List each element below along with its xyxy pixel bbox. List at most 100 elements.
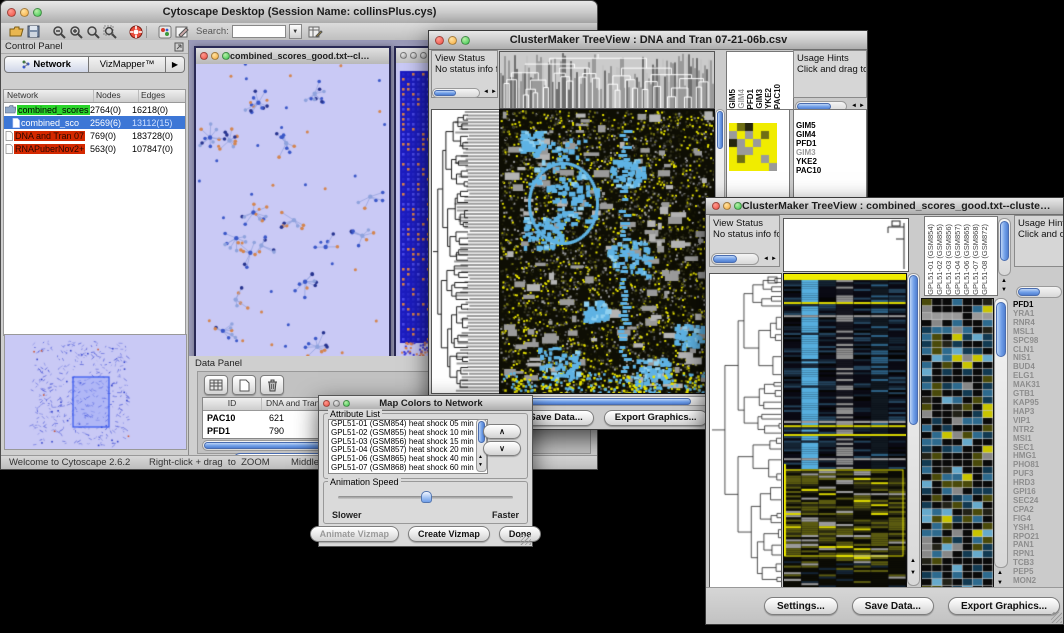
scroll-down-icon[interactable]: ▼	[478, 462, 483, 468]
close-icon[interactable]	[400, 52, 407, 59]
minimize-icon[interactable]	[410, 52, 417, 59]
settings-button[interactable]: Settings...	[764, 597, 838, 615]
scroll-left-icon[interactable]: ◄	[483, 89, 489, 95]
network-frame-1[interactable]: combined_scores_good.txt--cluste...	[194, 46, 391, 356]
scroll-up-icon[interactable]: ▲	[1001, 278, 1007, 284]
id-column-header[interactable]: ID	[203, 398, 262, 410]
zoom-fit-icon[interactable]	[103, 25, 117, 39]
float-panel-icon[interactable]	[174, 42, 184, 52]
animate-vizmap-button[interactable]: Animate Vizmap	[310, 526, 399, 542]
col-edges[interactable]: Edges	[139, 90, 185, 102]
minimize-icon[interactable]	[211, 52, 219, 60]
slider-thumb[interactable]	[421, 491, 432, 503]
save-data-button[interactable]: Save Data...	[852, 597, 934, 615]
tv2-status-scrollbar[interactable]	[711, 253, 759, 265]
scroll-down-icon[interactable]: ▼	[997, 580, 1003, 586]
table-row[interactable]: DNA and Tran 07 769(0) 183728(0)	[4, 129, 185, 142]
scroll-left-icon[interactable]: ◄	[763, 256, 769, 262]
tv2-column-labels[interactable]: GPL51-01 (GSM854)GPL51-02 (GSM855)GPL51-…	[924, 216, 998, 296]
tv2-heatmap[interactable]	[783, 273, 907, 588]
zoom-window-icon[interactable]	[33, 8, 42, 17]
control-panel-title: Control Panel	[5, 41, 63, 52]
col-nodes[interactable]: Nodes	[94, 90, 139, 102]
tv2-column-dendrogram[interactable]	[783, 218, 909, 272]
help-ring-icon[interactable]	[129, 25, 143, 39]
close-icon[interactable]	[7, 8, 16, 17]
create-attribute-button[interactable]	[232, 375, 256, 395]
tv1-column-labels[interactable]: GIM5GIM4PFD1GIM3YKE2PAC10	[726, 51, 794, 110]
tv2-row-dendrogram[interactable]	[709, 273, 782, 588]
minimize-icon[interactable]	[723, 202, 731, 210]
move-down-button[interactable]: ∨	[483, 441, 521, 456]
zoom-window-icon[interactable]	[222, 52, 230, 60]
tab-vizmapper[interactable]: VizMapper™	[89, 56, 166, 73]
col-network[interactable]: Network	[4, 90, 94, 102]
table-row[interactable]: combined_sco 2569(6) 13112(15)	[4, 116, 185, 129]
column-label: GPL51-07 (GSM868)	[971, 224, 980, 295]
close-icon[interactable]	[323, 400, 330, 407]
table-row[interactable]: RNAPuberNov2+ 563(0) 107847(0)	[4, 142, 185, 155]
zoom-window-icon[interactable]	[343, 400, 350, 407]
status-welcome: Welcome to Cytoscape 2.6.2	[9, 457, 130, 468]
export-graphics-button[interactable]: Export Graphics...	[604, 410, 708, 426]
network-view-canvas[interactable]	[196, 64, 389, 356]
plugin-manager-icon[interactable]	[158, 25, 172, 39]
tv1-zoom-matrix[interactable]	[729, 123, 777, 171]
scroll-right-icon[interactable]: ►	[491, 89, 497, 95]
zoom-out-icon[interactable]	[52, 25, 66, 39]
export-graphics-button[interactable]: Export Graphics...	[948, 597, 1060, 615]
scroll-down-icon[interactable]: ▼	[1001, 287, 1007, 293]
network-overview[interactable]	[4, 334, 187, 450]
create-vizmap-button[interactable]: Create Vizmap	[408, 526, 490, 542]
search-input[interactable]	[232, 25, 286, 38]
main-titlebar[interactable]: Cytoscape Desktop (Session Name: collins…	[1, 1, 597, 24]
tv2-zoom-vscrollbar[interactable]	[994, 298, 1008, 568]
delete-attribute-button[interactable]	[260, 375, 284, 395]
tab-network[interactable]: Network	[4, 56, 89, 73]
scroll-up-icon[interactable]: ▲	[997, 570, 1003, 576]
tv1-status-scrollbar[interactable]	[432, 88, 480, 98]
resize-grip[interactable]	[520, 534, 531, 545]
tv1-heatmap[interactable]	[499, 109, 715, 394]
tv1-row-dendrogram[interactable]	[431, 109, 501, 394]
window-controls[interactable]	[7, 8, 42, 17]
tv1-column-dendrogram[interactable]	[499, 51, 715, 109]
save-icon[interactable]	[27, 25, 40, 38]
zoom-in-icon[interactable]	[69, 25, 83, 39]
scroll-right-icon[interactable]: ►	[771, 256, 777, 262]
annotation-icon[interactable]	[175, 25, 189, 39]
close-icon[interactable]	[200, 52, 208, 60]
scroll-down-icon[interactable]: ▼	[910, 570, 916, 576]
tv2-heatmap-vscrollbar[interactable]	[907, 273, 920, 586]
treeview1-titlebar[interactable]: ClusterMaker TreeView : DNA and Tran 07-…	[429, 31, 867, 50]
faster-label: Faster	[492, 510, 519, 520]
select-attributes-button[interactable]	[204, 375, 228, 395]
zoom-selected-icon[interactable]	[86, 25, 100, 39]
search-dropdown-icon[interactable]: ▼	[289, 24, 302, 39]
tv2-hints-scrollbar[interactable]	[1016, 286, 1062, 298]
treeview2-titlebar[interactable]: ClusterMaker TreeView : combined_scores_…	[706, 198, 1063, 215]
open-folder-icon[interactable]	[9, 25, 24, 38]
scroll-up-icon[interactable]: ▲	[910, 558, 916, 564]
tab-overflow-button[interactable]: ▶	[166, 56, 185, 73]
scroll-up-icon[interactable]: ▲	[478, 454, 483, 460]
minimize-icon[interactable]	[333, 400, 340, 407]
tv2-labels-scrollbar[interactable]	[998, 218, 1011, 276]
zoom-window-icon[interactable]	[461, 36, 470, 45]
gene-label: PAC10	[796, 167, 866, 176]
animation-speed-slider[interactable]	[338, 496, 513, 499]
tv2-zoom-heatmap[interactable]	[921, 298, 994, 588]
table-row[interactable]: combined_scores 2764(0) 16218(0)	[4, 103, 185, 116]
attribute-list-label: Attribute List	[328, 409, 382, 419]
tv2-gene-labels[interactable]: PFD1YRA1RNR4MSL1SPC98CLN1NIS1BUD4ELG1MAK…	[1011, 301, 1064, 588]
move-up-button[interactable]: ∧	[483, 424, 521, 439]
attribute-list[interactable]: GPL51-01 (GSM854) heat shock 05 minGPL51…	[328, 419, 488, 474]
minimize-icon[interactable]	[448, 36, 457, 45]
zoom-window-icon[interactable]	[420, 52, 427, 59]
close-icon[interactable]	[435, 36, 444, 45]
resize-grip[interactable]	[1051, 612, 1062, 623]
close-icon[interactable]	[712, 202, 720, 210]
zoom-window-icon[interactable]	[734, 202, 742, 210]
minimize-icon[interactable]	[20, 8, 29, 17]
attribute-editor-icon[interactable]	[308, 25, 323, 39]
